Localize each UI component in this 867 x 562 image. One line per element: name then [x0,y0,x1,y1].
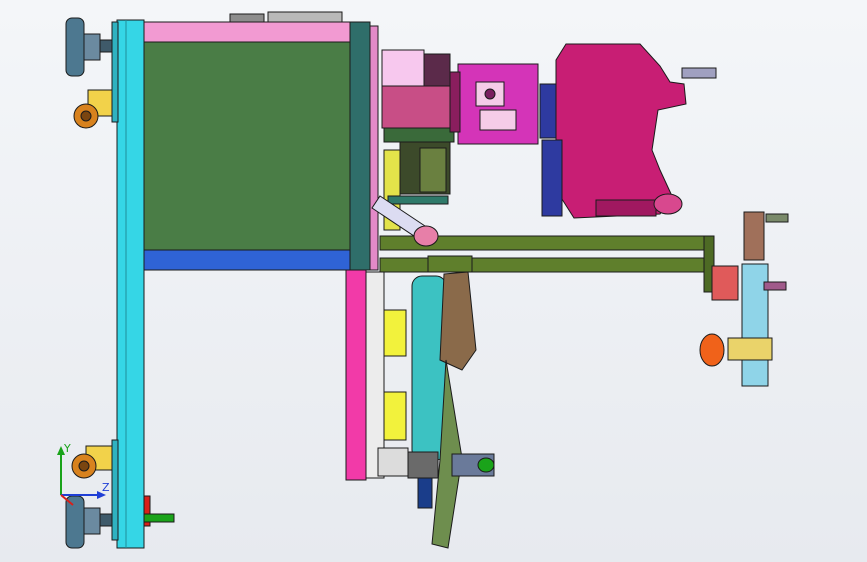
frame-upright-cyan [111,19,145,549]
frame-right-post [349,21,379,271]
caster-wheel-bottom [71,445,115,479]
gearbox-housing [541,43,717,219]
leveling-foot-top [65,17,119,77]
lower-bracket-assembly [451,453,495,477]
cad-model-view: Y Z [57,11,789,549]
upper-mechanism-cluster [381,49,455,231]
cad-viewport[interactable]: Y Z [0,0,867,562]
base-plate-blue [143,249,351,271]
z-axis-label: Z [102,481,110,494]
y-axis-label: Y [63,442,71,455]
bottom-bracket [143,495,175,527]
caster-wheel-top [73,89,115,129]
frame-top-rail-pink [143,11,351,43]
leveling-foot-bottom [65,495,119,549]
electrical-cabinet-panel [143,41,351,251]
motor-controller-block [449,63,567,145]
